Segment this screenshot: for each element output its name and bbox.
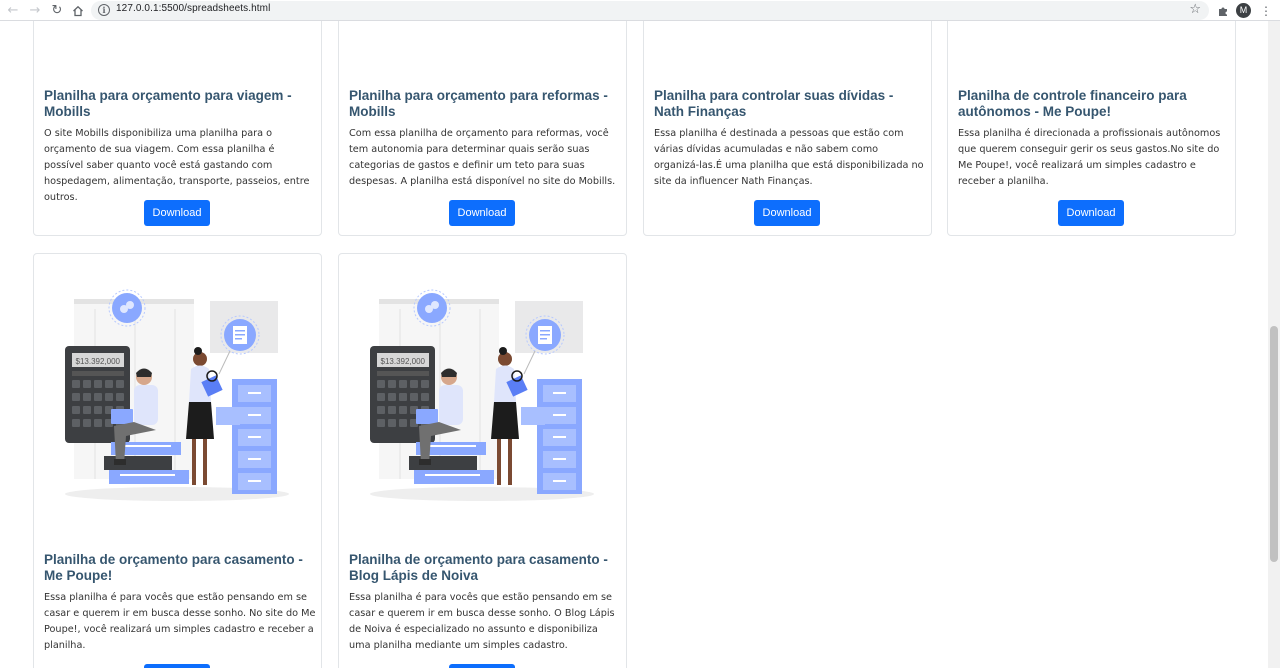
download-button[interactable]: Download (1058, 200, 1124, 226)
address-bar[interactable]: i 127.0.0.1:5500/spreadsheets.html ☆ (91, 1, 1209, 20)
card-description: Essa planilha é direcionada a profission… (958, 128, 1221, 187)
card-illustration: AMOUNT (339, 21, 626, 44)
card-illustration: $13.392,000 (34, 254, 321, 544)
download-button[interactable]: Download (144, 664, 210, 668)
calculator-amount: $13.392,000 (76, 357, 121, 366)
calculator-amount: $13.392,000 (381, 357, 426, 366)
card-illustration: AMOUNT (34, 21, 321, 44)
forward-icon[interactable]: → (26, 2, 44, 19)
illustration: AMOUNT (339, 21, 626, 44)
card-title: Planilha para controlar suas dívidas - N… (654, 88, 894, 119)
card-description: Essa planilha é para vocês que estão pen… (44, 592, 316, 651)
card-title: Planilha de orçamento para casamento - B… (349, 552, 608, 583)
download-button[interactable]: Download (754, 200, 820, 226)
card-title: Planilha de orçamento para casamento - M… (44, 552, 303, 583)
spreadsheet-card: AMOUNT Planilha para orçamento para refo… (338, 21, 627, 236)
page-viewport: AMOUNT Planilha para orçamento para viag… (0, 21, 1268, 668)
card-description: Essa planilha é destinada a pessoas que … (654, 128, 924, 187)
home-icon[interactable] (69, 2, 87, 19)
browser-toolbar: ← → ↻ i 127.0.0.1:5500/spreadsheets.html… (0, 0, 1280, 21)
page-scrollbar[interactable] (1268, 21, 1280, 668)
illustration: AMOUNT (34, 21, 321, 44)
card-title: Planilha para orçamento para viagem - Mo… (44, 88, 292, 119)
spreadsheet-card: AMOUNT Planilha para controlar suas dívi… (643, 21, 932, 236)
reload-icon[interactable]: ↻ (48, 2, 66, 19)
spreadsheet-card: AMOUNT Planilha para orçamento para viag… (33, 21, 322, 236)
site-info-icon[interactable]: i (98, 4, 110, 16)
profile-avatar[interactable]: M (1236, 3, 1251, 18)
card-illustration: AMOUNT (644, 21, 931, 44)
download-button[interactable]: Download (449, 200, 515, 226)
illustration: $13.392,000 (65, 289, 289, 501)
card-title: Planilha para orçamento para reformas - … (349, 88, 608, 119)
card-description: O site Mobills disponibiliza uma planilh… (44, 128, 310, 203)
illustration: AMOUNT (948, 21, 1235, 44)
illustration: AMOUNT (644, 21, 931, 44)
spreadsheet-card: $13.392,000 Planilha de orçamento para c… (33, 253, 322, 668)
scrollbar-thumb[interactable] (1270, 326, 1278, 562)
bookmark-star-icon[interactable]: ☆ (1189, 2, 1201, 17)
card-description: Essa planilha é para vocês que estão pen… (349, 592, 615, 651)
card-illustration: AMOUNT (948, 21, 1235, 44)
download-button[interactable]: Download (144, 200, 210, 226)
spreadsheet-card: $13.392,000 Planilha de orçamento para c… (338, 253, 627, 668)
card-title: Planilha de controle financeiro para aut… (958, 88, 1187, 119)
spreadsheet-card: AMOUNT Planilha de controle financeiro p… (947, 21, 1236, 236)
download-button[interactable]: Download (449, 664, 515, 668)
extensions-icon[interactable] (1214, 2, 1232, 19)
illustration: $13.392,000 (370, 289, 594, 501)
url-text: 127.0.0.1:5500/spreadsheets.html (116, 3, 271, 14)
back-icon[interactable]: ← (4, 2, 22, 19)
card-description: Com essa planilha de orçamento para refo… (349, 128, 616, 187)
card-illustration: $13.392,000 (339, 254, 626, 544)
menu-kebab-icon[interactable]: ⋮ (1257, 2, 1275, 19)
